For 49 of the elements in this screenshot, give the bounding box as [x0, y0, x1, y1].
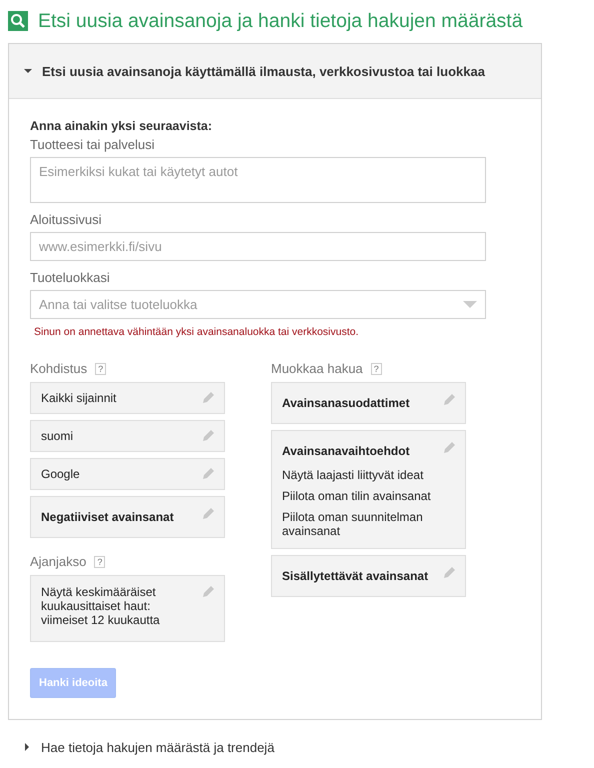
field-label: Tuotteesi tai palvelusi	[30, 137, 156, 152]
card-text: Kaikki sijainnit	[41, 391, 116, 405]
pencil-icon	[203, 429, 215, 441]
card-text: Google	[41, 467, 80, 481]
option-text: Näytä laajasti liittyvät ideat	[282, 468, 424, 482]
page-title: Etsi uusia avainsanoja ja hanki tietoja hakujen määrästä	[38, 10, 523, 32]
setting-card[interactable]: Kaikki sijainnit	[30, 382, 225, 414]
card-heading: Avainsanavaihtoehdot	[282, 444, 411, 458]
caret-right-icon	[23, 743, 31, 751]
pencil-icon	[203, 391, 215, 403]
group-label: Ajanjakso	[30, 554, 86, 569]
option-text: Piilota oman suunnitelman avainsanat	[282, 510, 424, 538]
setting-card[interactable]: Avainsanavaihtoehdot Näytä laajasti liittyvät ideat Piilota oman tilin avainsanat Piilota oman suunnitelman avainsanat	[271, 430, 466, 549]
pencil-icon	[203, 585, 215, 597]
card-text: Näytä keskimääräiset kuukausittaiset haut: viimeiset 12 kuukautta	[41, 585, 161, 627]
section-header[interactable]: Hae tietoja hakujen määrästä ja trendejä	[8, 720, 542, 768]
section-title: Hae tietoja hakujen määrästä ja trendejä	[41, 740, 274, 754]
pencil-icon	[203, 507, 215, 519]
setting-card[interactable]: Näytä keskimääräiset kuukausittaiset haut: viimeiset 12 kuukautta	[30, 575, 225, 642]
help-icon[interactable]: ?	[94, 556, 106, 568]
input-field[interactable]: www.esimerkki.fi/sivu	[30, 232, 486, 261]
search-icon	[8, 11, 28, 31]
section-header[interactable]: Etsi uusia avainsanoja käyttämällä ilmausta, verkkosivustoa tai luokkaa	[9, 44, 541, 99]
field-label: Tuoteluokkasi	[30, 270, 111, 285]
setting-card[interactable]: Negatiiviset avainsanat	[30, 496, 225, 538]
pencil-icon	[203, 467, 215, 479]
card-text: suomi	[41, 429, 74, 443]
setting-card[interactable]: Avainsanasuodattimet	[271, 382, 466, 424]
error-message: Sinun on annettava vähintään yksi avainsanaluokka tai verkkosivusto.	[34, 326, 360, 338]
pencil-icon	[444, 393, 456, 405]
card-heading: Avainsanasuodattimet	[282, 396, 410, 410]
setting-card[interactable]: suomi	[30, 420, 225, 452]
setting-card[interactable]: Sisällytettävät avainsanat	[271, 555, 466, 597]
input-field[interactable]: Esimerkiksi kukat tai käytetyt autot	[30, 157, 486, 203]
pencil-icon	[444, 441, 456, 453]
option-text: Piilota oman tilin avainsanat	[282, 489, 432, 503]
group-label: Kohdistus	[30, 361, 88, 376]
field-label: Aloitussivusi	[30, 212, 103, 227]
card-heading: Sisällytettävät avainsanat	[282, 569, 428, 583]
group-label: Muokkaa hakua	[271, 361, 363, 376]
caret-down-icon	[24, 67, 32, 75]
form-intro: Anna ainakin yksi seuraavista:	[30, 119, 214, 133]
help-icon[interactable]: ?	[95, 362, 106, 374]
dropdown-arrow-icon	[463, 301, 477, 308]
help-icon[interactable]: ?	[370, 362, 382, 374]
card-heading: Negatiiviset avainsanat	[41, 510, 174, 524]
setting-card[interactable]: Google	[30, 458, 225, 490]
section-title: Etsi uusia avainsanoja käyttämällä ilmausta, verkkosivustoa tai luokkaa	[42, 64, 485, 78]
pencil-icon	[444, 566, 456, 578]
